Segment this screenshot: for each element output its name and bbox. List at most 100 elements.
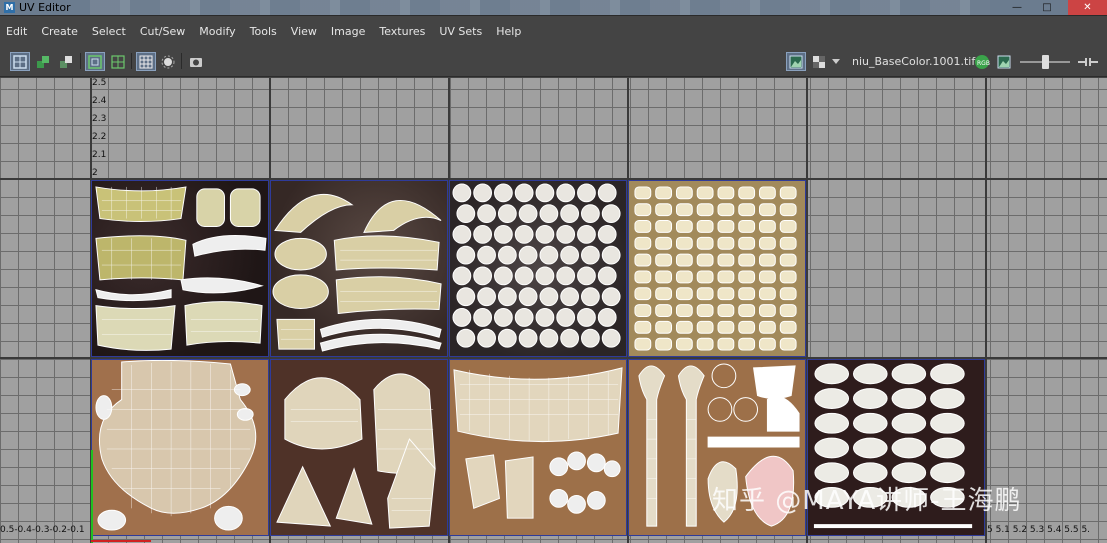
uv-shell-circle bbox=[539, 328, 559, 348]
uv-shell-piece bbox=[655, 320, 673, 334]
uv-shell-piece bbox=[634, 270, 652, 284]
uv-shell-piece bbox=[759, 220, 776, 233]
uv-shell-pill bbox=[852, 363, 888, 385]
display-image-icon[interactable] bbox=[786, 52, 806, 71]
uv-shell-pill bbox=[814, 412, 850, 434]
uv-axis-u bbox=[91, 540, 151, 542]
uv-shells bbox=[452, 183, 621, 348]
uv-shell-piece bbox=[655, 220, 673, 233]
uv-shell-pill bbox=[891, 388, 927, 409]
snap-icon[interactable] bbox=[158, 52, 178, 71]
uv-shell-piece bbox=[634, 320, 652, 334]
menu-uv-sets[interactable]: UV Sets bbox=[439, 25, 482, 38]
rgb-channels-icon[interactable]: RGB bbox=[972, 52, 992, 71]
uv-shell-piece bbox=[738, 320, 756, 334]
uv-shell-piece bbox=[717, 270, 735, 284]
uv-shell-circle bbox=[514, 266, 534, 286]
uv-shell-piece bbox=[779, 203, 797, 217]
watermark-text: 知乎 @MAYA讲师-王海鹏 bbox=[712, 486, 1022, 516]
distortion-icon[interactable] bbox=[56, 52, 76, 71]
uv-shell-piece bbox=[655, 304, 673, 317]
uv-shell-piece bbox=[717, 304, 735, 317]
uv-tile-1001[interactable] bbox=[91, 359, 269, 536]
uv-shell-piece bbox=[759, 236, 776, 250]
image-ratio-icon[interactable] bbox=[994, 52, 1014, 71]
y-tick-label: 2 bbox=[92, 168, 98, 178]
snapshot-camera-icon[interactable] bbox=[186, 52, 206, 71]
pin-arrows-icon[interactable] bbox=[1076, 52, 1100, 71]
uv-shell-circle bbox=[601, 245, 621, 265]
svg-text:RGB: RGB bbox=[977, 60, 990, 67]
menu-edit[interactable]: Edit bbox=[6, 25, 27, 38]
y-tick-label: 2.3 bbox=[92, 114, 107, 124]
uv-shell-piece bbox=[717, 236, 735, 250]
uv-shell-circle bbox=[601, 204, 621, 224]
uv-shell-piece bbox=[696, 203, 714, 217]
menu-textures[interactable]: Textures bbox=[379, 25, 425, 38]
uv-strip bbox=[813, 524, 973, 529]
menu-modify[interactable]: Modify bbox=[199, 25, 235, 38]
uv-shell-piece bbox=[738, 186, 756, 200]
uv-shell-piece bbox=[696, 220, 714, 233]
uv-shell-circle bbox=[473, 183, 493, 203]
shaded-uv-icon[interactable] bbox=[33, 52, 53, 71]
image-name-label[interactable]: niu_BaseColor.1001.tif bbox=[852, 55, 975, 68]
uv-shell-piece bbox=[759, 270, 776, 284]
uv-tile-1011[interactable] bbox=[91, 180, 269, 357]
menu-select[interactable]: Select bbox=[92, 25, 126, 38]
slider-handle[interactable] bbox=[1042, 55, 1049, 69]
uv-shell-pill bbox=[852, 437, 888, 459]
uv-shell-circle bbox=[452, 224, 472, 244]
uv-shell-piece bbox=[634, 236, 652, 250]
close-icon[interactable]: ✕ bbox=[1068, 0, 1107, 15]
uv-shell-piece bbox=[696, 320, 714, 334]
uv-shell-select-icon[interactable] bbox=[10, 52, 30, 71]
uv-shell-piece bbox=[717, 253, 735, 267]
uv-shell-piece bbox=[779, 236, 797, 250]
menu-help[interactable]: Help bbox=[496, 25, 521, 38]
uv-tile-1003[interactable] bbox=[449, 359, 627, 536]
menu-tools[interactable]: Tools bbox=[250, 25, 277, 38]
uv-shell-pill bbox=[814, 388, 850, 409]
uv-shell-pill bbox=[814, 437, 850, 459]
uv-shell-circle bbox=[556, 183, 576, 203]
uv-shell-piece bbox=[759, 253, 776, 267]
uv-shell-pill bbox=[930, 412, 965, 434]
image-dropdown-chevron-icon[interactable] bbox=[830, 52, 842, 71]
menu-create[interactable]: Create bbox=[41, 25, 78, 38]
uv-shell-circle bbox=[535, 308, 555, 327]
minimize-icon[interactable]: — bbox=[1004, 0, 1030, 15]
uv-shell-piece bbox=[675, 320, 693, 334]
uv-shells bbox=[634, 186, 797, 351]
uv-toolbar: niu_BaseColor.1001.tif RGB bbox=[0, 47, 1107, 77]
uv-shell-piece bbox=[759, 287, 776, 301]
texture-borders-icon[interactable] bbox=[108, 52, 128, 71]
uv-shell-pill bbox=[930, 363, 965, 385]
uv-shell-circle bbox=[518, 245, 538, 265]
uv-shell-piece bbox=[655, 287, 673, 301]
uv-shell-piece bbox=[655, 203, 673, 217]
grid-icon[interactable] bbox=[136, 52, 156, 71]
blurred-title-area bbox=[90, 0, 990, 15]
uv-tile-1014[interactable] bbox=[628, 180, 806, 357]
uv-shell-piece bbox=[675, 203, 693, 217]
uv-shell-circle bbox=[577, 224, 596, 244]
checker-icon[interactable] bbox=[809, 52, 829, 71]
y-tick-label: 2.5 bbox=[92, 78, 107, 88]
uv-tile-1002[interactable] bbox=[270, 359, 448, 536]
uv-tile-1012[interactable] bbox=[270, 180, 448, 357]
uv-borders-icon[interactable] bbox=[85, 52, 105, 71]
uv-shell-piece bbox=[675, 270, 693, 284]
uv-shell-piece bbox=[696, 186, 714, 200]
uv-shell-piece bbox=[717, 320, 735, 334]
uv-shell-circle bbox=[601, 328, 621, 348]
uv-shell-piece bbox=[759, 203, 776, 217]
uv-tile-1013[interactable] bbox=[449, 180, 627, 357]
uv-shell-circle bbox=[456, 204, 476, 224]
menu-image[interactable]: Image bbox=[331, 25, 365, 38]
menu-view[interactable]: View bbox=[291, 25, 317, 38]
maximize-icon[interactable]: □ bbox=[1034, 0, 1060, 15]
uv-viewport[interactable]: 2.5 2.4 2.3 2.2 2.1 2 0.5-0.4-0.3-0.2-0.… bbox=[0, 78, 1107, 543]
uv-shell-circle bbox=[539, 204, 559, 224]
menu-cut-sew[interactable]: Cut/Sew bbox=[140, 25, 185, 38]
